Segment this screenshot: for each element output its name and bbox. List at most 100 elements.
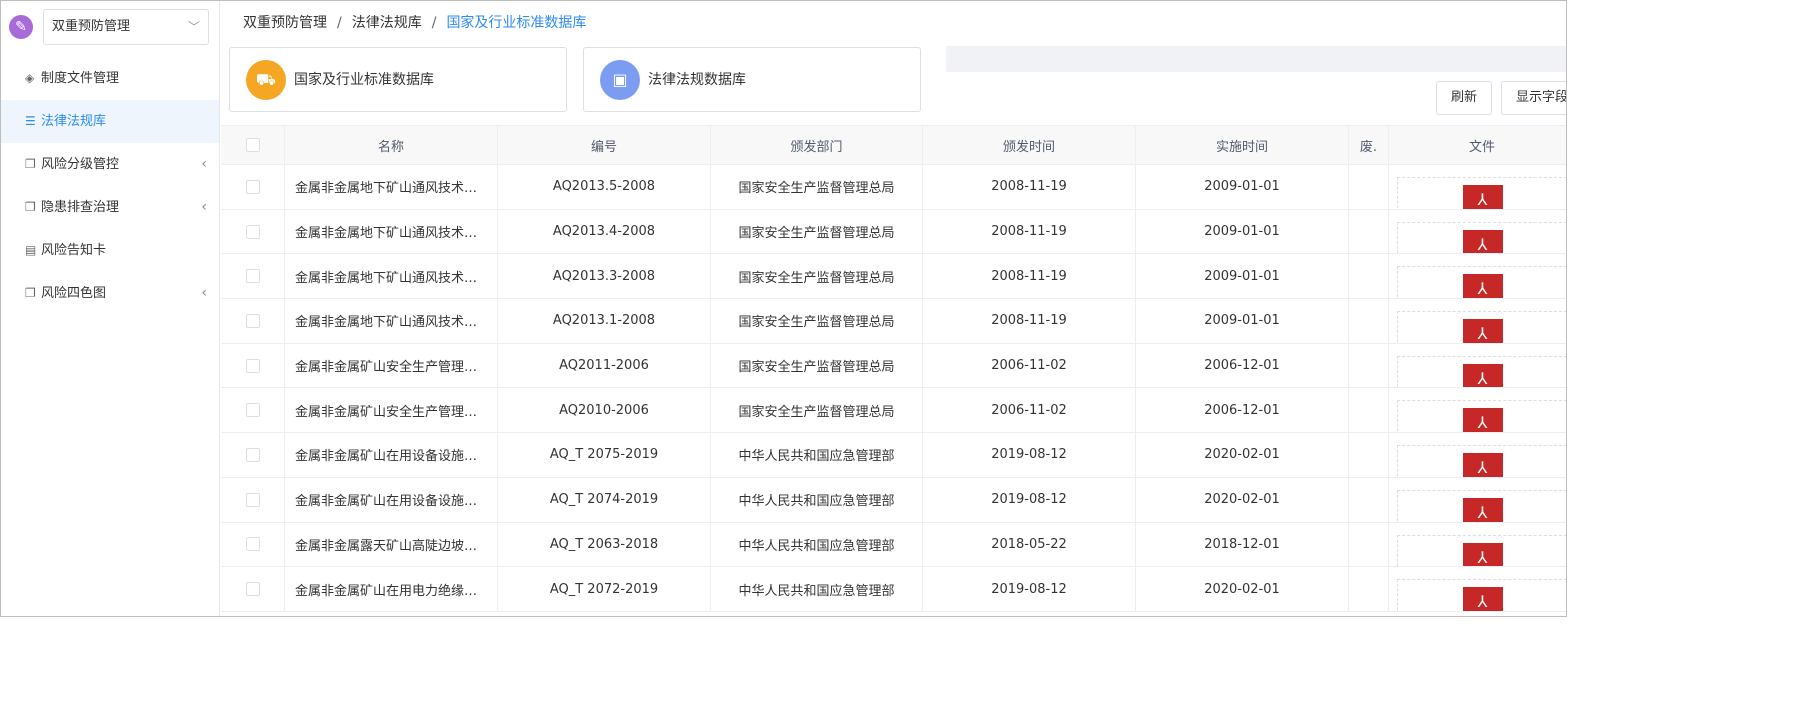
cell-abolished xyxy=(1349,165,1389,209)
cell-name: 金属非金属矿山在用设备设施… xyxy=(285,433,498,477)
table-row[interactable]: 金属非金属地下矿山通风技术… AQ2013.4-2008 国家安全生产监督管理总局 2… xyxy=(221,209,1566,255)
row-select-cell xyxy=(221,165,285,209)
table-row[interactable]: 金属非金属矿山在用设备设施… AQ_T 2075-2019 中华人民共和国应急管理部… xyxy=(221,433,1566,478)
cell-code: AQ2010-2006 xyxy=(498,388,711,433)
row-checkbox[interactable] xyxy=(245,582,260,597)
column-header-name[interactable]: 名称 xyxy=(285,126,498,164)
copy-icon: ❐ xyxy=(25,286,36,300)
cell-file: ⅄ xyxy=(1389,254,1566,299)
sidebar-item[interactable]: ☰ 法律法规库 xyxy=(1,100,219,143)
row-checkbox[interactable] xyxy=(245,224,260,239)
column-header-code[interactable]: 编号 xyxy=(498,126,711,164)
cell-file: ⅄ xyxy=(1389,478,1566,522)
cell-code: AQ2013.3-2008 xyxy=(498,254,711,299)
file-dropzone: ⅄ xyxy=(1397,579,1566,611)
sidebar-menu: ◈ 制度文件管理 ☰ 法律法规库 ❐ 风险分级管控 ‹ ❐ 隐患排查治理 ‹ ▤ 风险告知卡 ❐ 风险四色… xyxy=(1,57,219,315)
file-dropzone: ⅄ xyxy=(1397,221,1566,254)
cell-file: ⅄ xyxy=(1389,523,1566,567)
system-select[interactable]: 双重预防管理 ﹀ xyxy=(43,9,209,45)
cell-effective: 2009-01-01 xyxy=(1136,299,1349,343)
sidebar-item[interactable]: ❐ 隐患排查治理 ‹ xyxy=(1,186,219,229)
table-row[interactable]: 金属非金属矿山在用电力绝缘… AQ_T 2072-2019 中华人民共和国应急管理部… xyxy=(221,567,1566,612)
file-dropzone: ⅄ xyxy=(1397,266,1566,299)
cell-issued: 2019-08-12 xyxy=(923,477,1136,522)
column-header-dept[interactable]: 颁发部门 xyxy=(711,126,923,164)
cell-abolished xyxy=(1349,388,1389,433)
pdf-icon[interactable]: ⅄ xyxy=(1462,497,1503,522)
cell-effective: 2020-02-01 xyxy=(1136,433,1349,477)
row-checkbox[interactable] xyxy=(245,537,260,552)
column-header-issued[interactable]: 颁发时间 xyxy=(923,126,1136,164)
cell-name: 金属非金属矿山安全生产管理… xyxy=(285,343,498,388)
sidebar-item[interactable]: ❐ 风险四色图 ‹ xyxy=(1,272,219,315)
cell-issued: 2008-11-19 xyxy=(923,165,1136,209)
pdf-icon[interactable]: ⅄ xyxy=(1462,587,1503,611)
cell-code: AQ2011-2006 xyxy=(498,343,711,388)
column-header-file[interactable]: 文件 xyxy=(1389,126,1566,164)
row-checkbox[interactable] xyxy=(245,358,260,373)
table-row[interactable]: 金属非金属地下矿山通风技术… AQ2013.5-2008 国家安全生产监督管理总局 2… xyxy=(221,165,1566,210)
pdf-icon[interactable]: ⅄ xyxy=(1462,542,1503,567)
cell-file: ⅄ xyxy=(1389,210,1566,254)
table-row[interactable]: 金属非金属地下矿山通风技术… AQ2013.3-2008 国家安全生产监督管理总局 2… xyxy=(221,254,1566,300)
row-checkbox[interactable] xyxy=(245,313,260,328)
file-dropzone: ⅄ xyxy=(1397,400,1566,433)
cell-issued: 2008-11-19 xyxy=(923,254,1136,299)
cell-name: 金属非金属地下矿山通风技术… xyxy=(285,209,498,254)
column-header-abolished[interactable]: 废. xyxy=(1349,126,1389,164)
row-select-cell xyxy=(221,522,285,567)
cell-issued: 2019-08-12 xyxy=(923,567,1136,611)
table-row[interactable]: 金属非金属矿山在用设备设施… AQ_T 2074-2019 中华人民共和国应急管理部… xyxy=(221,477,1566,523)
sidebar-item-label: 风险四色图 xyxy=(41,286,107,301)
cell-dept: 国家安全生产监督管理总局 xyxy=(711,299,923,343)
cell-name: 金属非金属地下矿山通风技术… xyxy=(285,254,498,299)
cell-abolished xyxy=(1349,477,1389,522)
pdf-icon[interactable]: ⅄ xyxy=(1462,453,1503,477)
row-checkbox[interactable] xyxy=(245,269,260,284)
refresh-button[interactable]: 刷新 xyxy=(1436,81,1493,115)
pdf-icon[interactable]: ⅄ xyxy=(1462,274,1503,299)
show-columns-button[interactable]: 显示字段 xyxy=(1501,81,1566,115)
sidebar-item[interactable]: ❐ 风险分级管控 ‹ xyxy=(1,143,219,186)
breadcrumb: 双重预防管理 / 法律法规库 / 国家及行业标准数据库 xyxy=(243,13,586,33)
document-icon: ▤ xyxy=(25,243,37,257)
cell-file: ⅄ xyxy=(1389,299,1566,343)
breadcrumb-separator: / xyxy=(337,15,342,31)
pdf-icon[interactable]: ⅄ xyxy=(1462,319,1503,343)
row-checkbox[interactable] xyxy=(245,492,260,507)
row-select-cell xyxy=(221,209,285,254)
cell-file: ⅄ xyxy=(1389,433,1566,477)
chevron-left-icon: ‹ xyxy=(201,199,207,215)
pdf-icon[interactable]: ⅄ xyxy=(1462,363,1503,388)
system-header: ✎ 双重预防管理 ﹀ xyxy=(9,9,209,45)
card-standards-database[interactable]: ⛟ 国家及行业标准数据库 xyxy=(229,47,567,112)
sidebar-item[interactable]: ▤ 风险告知卡 xyxy=(1,229,219,272)
row-checkbox[interactable] xyxy=(245,447,260,462)
pdf-icon[interactable]: ⅄ xyxy=(1462,229,1503,254)
breadcrumb-item[interactable]: 法律法规库 xyxy=(352,15,422,31)
table-row[interactable]: 金属非金属露天矿山高陡边坡… AQ_T 2063-2018 中华人民共和国应急管理部… xyxy=(221,522,1566,568)
wrench-icon: ✎ xyxy=(9,15,33,39)
select-all-checkbox[interactable] xyxy=(245,138,260,152)
table-row[interactable]: 金属非金属地下矿山通风技术… AQ2013.1-2008 国家安全生产监督管理总局 2… xyxy=(221,299,1566,344)
pdf-icon[interactable]: ⅄ xyxy=(1462,185,1503,209)
row-select-cell xyxy=(221,567,285,611)
cell-abolished xyxy=(1349,567,1389,611)
card-laws-database[interactable]: ▣ 法律法规数据库 xyxy=(583,47,921,112)
copy-icon: ❐ xyxy=(25,157,36,171)
file-dropzone: ⅄ xyxy=(1397,534,1566,567)
cell-file: ⅄ xyxy=(1389,388,1566,433)
table-row[interactable]: 金属非金属矿山安全生产管理… AQ2011-2006 国家安全生产监督管理总局 200… xyxy=(221,343,1566,389)
row-checkbox[interactable] xyxy=(245,403,260,418)
cell-dept: 国家安全生产监督管理总局 xyxy=(711,165,923,209)
column-header-effective[interactable]: 实施时间 xyxy=(1136,126,1349,164)
cell-issued: 2008-11-19 xyxy=(923,299,1136,343)
table-row[interactable]: 金属非金属矿山安全生产管理… AQ2010-2006 国家安全生产监督管理总局 200… xyxy=(221,388,1566,434)
row-checkbox[interactable] xyxy=(245,179,260,194)
cell-name: 金属非金属矿山安全生产管理… xyxy=(285,388,498,433)
cell-issued: 2019-08-12 xyxy=(923,433,1136,477)
pdf-icon[interactable]: ⅄ xyxy=(1462,408,1503,433)
breadcrumb-item[interactable]: 双重预防管理 xyxy=(243,15,327,31)
sidebar-item[interactable]: ◈ 制度文件管理 xyxy=(1,57,219,100)
cell-effective: 2020-02-01 xyxy=(1136,477,1349,522)
